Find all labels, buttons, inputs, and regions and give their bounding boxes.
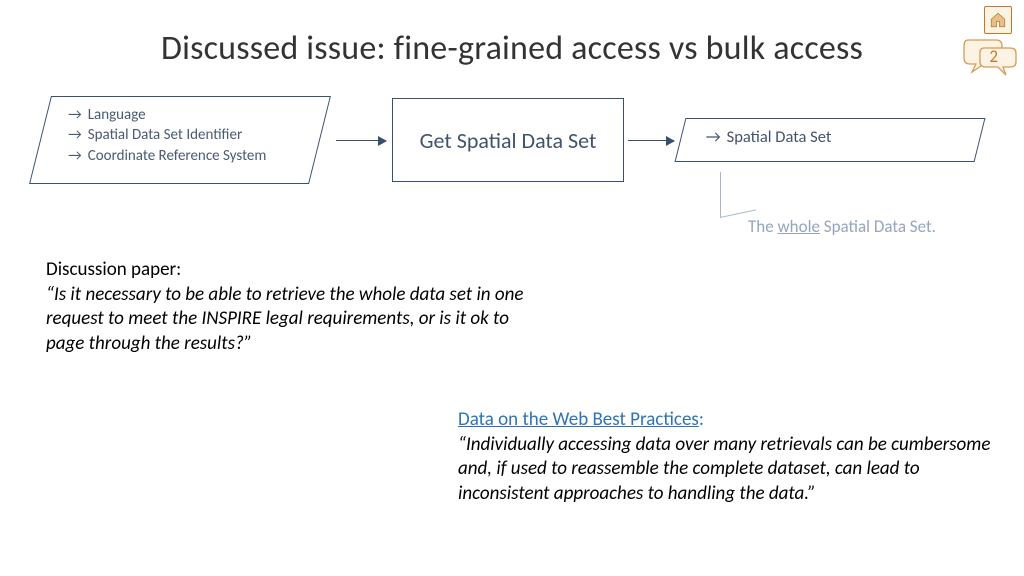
arrow-icon: → xyxy=(706,123,721,151)
input-parallelogram: →Language →Spatial Data Set Identifier →… xyxy=(29,96,331,184)
input-item: →Spatial Data Set Identifier xyxy=(68,125,304,145)
home-icon[interactable] xyxy=(984,6,1012,34)
slide: Discussed issue: fine-grained access vs … xyxy=(0,0,1024,576)
discussion-paragraph: Discussion paper: “Is it necessary to be… xyxy=(46,258,546,357)
house-icon xyxy=(989,11,1007,29)
input-item: →Coordinate Reference System xyxy=(68,146,304,166)
discussion-heading: Discussion paper: xyxy=(46,258,546,283)
input-item: →Language xyxy=(68,105,304,125)
best-practices-paragraph: Data on the Web Best Practices: “Individ… xyxy=(458,408,1008,507)
flow-diagram: →Language →Spatial Data Set Identifier →… xyxy=(40,96,984,206)
best-practices-quote: “Individually accessing data over many r… xyxy=(458,433,990,505)
connector-arrow xyxy=(628,140,674,141)
arrow-icon: → xyxy=(68,146,82,166)
bubble-number: 2 xyxy=(989,46,998,67)
connector-arrow xyxy=(336,140,386,141)
output-parallelogram: →Spatial Data Set xyxy=(675,118,986,162)
annotation-connector xyxy=(720,164,756,218)
arrow-icon: → xyxy=(68,125,82,145)
process-box: Get Spatial Data Set xyxy=(392,98,624,182)
annotation-text: The whole Spatial Data Set. xyxy=(748,216,936,237)
slide-title: Discussed issue: fine-grained access vs … xyxy=(0,28,1024,69)
arrow-icon: → xyxy=(68,105,82,125)
discussion-quote: “Is it necessary to be able to retrieve … xyxy=(46,283,546,357)
best-practices-link[interactable]: Data on the Web Best Practices xyxy=(458,408,699,431)
